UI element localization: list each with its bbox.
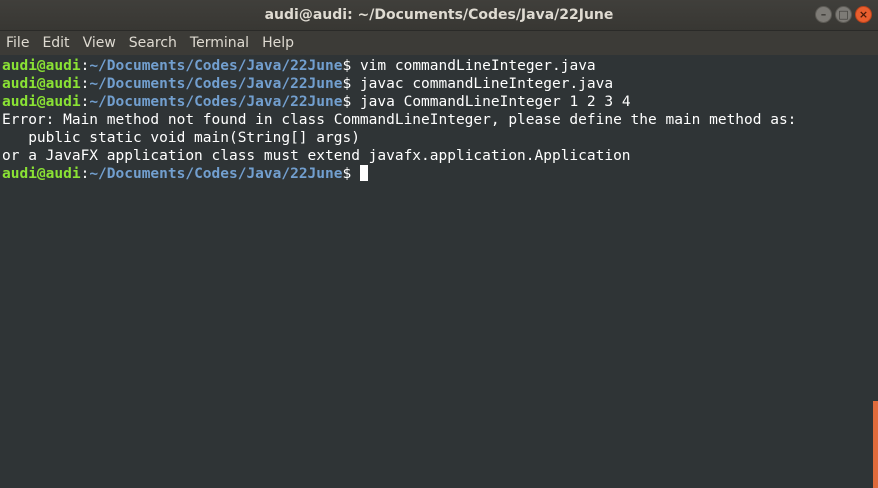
text-cursor: [359, 165, 368, 181]
prompt-symbol: $: [342, 94, 352, 110]
prompt-symbol: $: [342, 76, 352, 92]
prompt-path: ~/Documents/Codes/Java/22June: [89, 94, 343, 110]
maximize-button[interactable]: □: [835, 6, 852, 23]
menu-help[interactable]: Help: [262, 35, 294, 51]
error-line: public static void main(String[] args): [2, 130, 360, 146]
command-text: vim commandLineInteger.java: [351, 58, 596, 74]
error-line: Error: Main method not found in class Co…: [2, 112, 797, 128]
menu-search[interactable]: Search: [129, 35, 177, 51]
title-bar[interactable]: audi@audi: ~/Documents/Codes/Java/22June…: [0, 0, 878, 31]
prompt-colon: :: [80, 166, 90, 182]
command-text: javac commandLineInteger.java: [351, 76, 614, 92]
window-controls: – □ ×: [815, 6, 872, 23]
menu-terminal[interactable]: Terminal: [190, 35, 249, 51]
prompt-user-host: audi@audi: [2, 166, 81, 182]
terminal-line: audi@audi:~/Documents/Codes/Java/22June$: [2, 165, 878, 183]
prompt-user-host: audi@audi: [2, 94, 81, 110]
prompt-user-host: audi@audi: [2, 58, 81, 74]
scrollbar-handle[interactable]: [873, 401, 878, 488]
prompt-symbol: $: [342, 58, 352, 74]
prompt-colon: :: [80, 58, 90, 74]
command-text: [351, 166, 360, 182]
prompt-user-host: audi@audi: [2, 76, 81, 92]
error-line: or a JavaFX application class must exten…: [2, 148, 631, 164]
terminal-line: audi@audi:~/Documents/Codes/Java/22June$…: [2, 57, 878, 75]
menu-file[interactable]: File: [6, 35, 29, 51]
close-button[interactable]: ×: [855, 6, 872, 23]
menu-edit[interactable]: Edit: [42, 35, 69, 51]
terminal-output[interactable]: audi@audi:~/Documents/Codes/Java/22June$…: [0, 55, 878, 488]
terminal-line: audi@audi:~/Documents/Codes/Java/22June$…: [2, 75, 878, 93]
prompt-path: ~/Documents/Codes/Java/22June: [89, 76, 343, 92]
prompt-path: ~/Documents/Codes/Java/22June: [89, 58, 343, 74]
terminal-line: audi@audi:~/Documents/Codes/Java/22June$…: [2, 93, 878, 111]
minimize-button[interactable]: –: [815, 6, 832, 23]
prompt-colon: :: [80, 94, 90, 110]
window-title: audi@audi: ~/Documents/Codes/Java/22June: [264, 7, 614, 23]
menu-bar: File Edit View Search Terminal Help: [0, 31, 878, 55]
prompt-symbol: $: [342, 166, 352, 182]
terminal-window: audi@audi: ~/Documents/Codes/Java/22June…: [0, 0, 878, 488]
prompt-path: ~/Documents/Codes/Java/22June: [89, 166, 343, 182]
menu-view[interactable]: View: [83, 35, 116, 51]
command-text: java CommandLineInteger 1 2 3 4: [351, 94, 631, 110]
prompt-colon: :: [80, 76, 90, 92]
